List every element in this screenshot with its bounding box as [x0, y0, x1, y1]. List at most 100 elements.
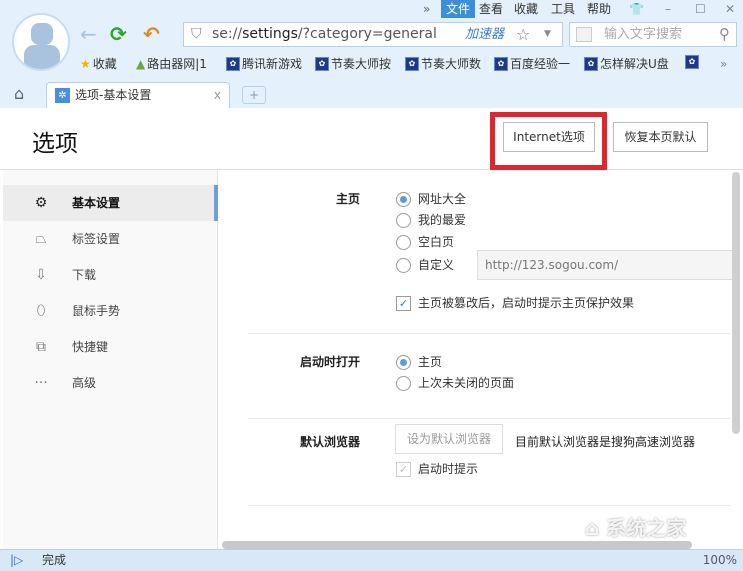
- paw-icon: ✿: [405, 57, 419, 71]
- shield-icon: ⛉: [191, 26, 202, 42]
- close-button[interactable]: ✕: [720, 0, 740, 18]
- search-icon[interactable]: ⚲: [719, 23, 730, 46]
- checkbox-label: 启动时提示: [418, 462, 479, 476]
- checkbox[interactable]: ✓: [396, 295, 411, 311]
- option-label: 我的最爱: [418, 213, 467, 227]
- bookmark-item[interactable]: ✿ 百度经验一: [494, 55, 570, 73]
- mouse-icon: ⬯: [36, 303, 46, 319]
- paw-icon: ✿: [315, 57, 329, 71]
- search-input[interactable]: 输入文字搜索 ⚲: [569, 22, 737, 47]
- homepage-option[interactable]: 网址大全: [396, 190, 466, 208]
- default-browser-label: 默认浏览器: [299, 435, 360, 449]
- sidebar-item-advanced[interactable]: ··· 高级: [3, 365, 218, 401]
- bookmark-item[interactable]: ✿: [685, 55, 699, 69]
- homepage-option[interactable]: 我的最爱: [396, 211, 466, 229]
- menu-view[interactable]: 查看: [474, 0, 508, 18]
- radio-button[interactable]: [396, 191, 411, 207]
- tab-icon: ⏢: [35, 231, 47, 247]
- address-query: /?category=general: [297, 26, 437, 42]
- custom-url-input[interactable]: http://123.sogou.com/: [477, 250, 737, 280]
- menu-help[interactable]: 帮助: [582, 0, 616, 18]
- sidebar-item-label: 鼠标手势: [72, 304, 121, 318]
- bookmark-item[interactable]: ✿ 腾讯新游戏: [226, 55, 302, 73]
- paw-icon: ✿: [584, 57, 598, 71]
- zoom-level[interactable]: 100%: [703, 550, 737, 571]
- bookmark-item[interactable]: ✿ 节奏大师按: [315, 55, 391, 73]
- page-title: 选项: [32, 131, 78, 157]
- address-host: settings: [242, 26, 298, 42]
- vertical-scrollbar[interactable]: [732, 172, 740, 434]
- menu-overflow[interactable]: »: [418, 0, 435, 18]
- status-bar: |▷ 完成 100%: [0, 549, 743, 571]
- accelerator-button[interactable]: 加速器: [465, 23, 504, 46]
- divider: [248, 505, 730, 506]
- skin-icon[interactable]: 👕: [624, 0, 649, 18]
- close-tab-button[interactable]: x: [214, 83, 221, 107]
- menu-favorites[interactable]: 收藏: [509, 0, 543, 18]
- bookmark-label: 百度经验一: [510, 57, 571, 71]
- option-label: 主页: [418, 355, 443, 369]
- more-icon: ···: [34, 375, 48, 391]
- bookmark-label: 路由器网|1: [147, 57, 207, 71]
- set-default-browser-button[interactable]: 设为默认浏览器: [395, 424, 503, 454]
- star-icon[interactable]: ☆: [516, 23, 530, 46]
- avatar[interactable]: [12, 13, 70, 71]
- restore-defaults-button[interactable]: 恢复本页默认: [613, 122, 708, 152]
- sidebar-item-label: 下载: [72, 268, 97, 282]
- search-placeholder: 输入文字搜索: [604, 27, 683, 42]
- minimize-button[interactable]: –: [660, 0, 676, 18]
- sidebar-item-label: 高级: [72, 376, 97, 390]
- startup-prompt-checkbox[interactable]: ✓ 启动时提示: [396, 460, 478, 478]
- paw-icon: ✿: [226, 57, 240, 71]
- bookmark-item[interactable]: ▲ 路由器网|1: [136, 55, 207, 73]
- bookmark-item[interactable]: ✿ 节奏大师数: [405, 55, 481, 73]
- bookmark-label: 节奏大师数: [421, 57, 482, 71]
- address-prefix: se://: [212, 26, 243, 42]
- router-icon: ▲: [136, 57, 146, 71]
- radio-button[interactable]: [396, 212, 411, 228]
- bookmark-label: 收藏: [92, 57, 117, 71]
- undo-close-button[interactable]: ↶: [143, 22, 160, 46]
- option-label: 网址大全: [418, 192, 467, 206]
- bookmark-item[interactable]: ★ 收藏: [80, 55, 117, 73]
- new-tab-button[interactable]: +: [242, 86, 266, 104]
- bookmark-item[interactable]: ✿ 怎样解决U盘: [584, 55, 669, 73]
- tab-label: 选项-基本设置: [75, 88, 152, 102]
- page-header: 选项 Internet选项 恢复本页默认: [0, 108, 743, 170]
- home-icon[interactable]: ⌂: [14, 84, 24, 103]
- sidebar-item-mouse[interactable]: ⬯ 鼠标手势: [3, 293, 218, 329]
- radio-button[interactable]: [396, 257, 411, 273]
- homepage-protect-checkbox[interactable]: ✓ 主页被篡改后，启动时提示主页保护效果: [396, 294, 634, 312]
- homepage-option[interactable]: 自定义: [396, 256, 454, 274]
- gear-icon: ⚙: [34, 195, 48, 211]
- menu-tools[interactable]: 工具: [546, 0, 580, 18]
- sidebar: ⚙ 基本设置 ⏢ 标签设置 ⇩ 下载 ⬯ 鼠标手势 ⧉ 快捷键 ··· 高级: [3, 170, 218, 549]
- back-button[interactable]: ←: [80, 22, 97, 46]
- sidebar-toggle-icon[interactable]: |▷: [10, 550, 23, 571]
- bookmark-label: 节奏大师按: [331, 57, 392, 71]
- bookmarks-overflow[interactable]: »: [720, 55, 727, 73]
- startup-option[interactable]: 上次未关闭的页面: [396, 374, 514, 392]
- radio-button[interactable]: [396, 354, 411, 370]
- bookmark-label: 怎样解决U盘: [600, 57, 669, 71]
- address-bar[interactable]: ⛉ se://settings/?category=general 加速器 ☆ …: [183, 22, 563, 47]
- search-engine-icon[interactable]: [576, 27, 592, 42]
- browser-chrome: » 文件 查看 收藏 工具 帮助 👕 – ☐ ✕ ← ⟳ ↶ ⛉ se://se…: [0, 0, 743, 108]
- sidebar-item-shortcuts[interactable]: ⧉ 快捷键: [3, 329, 218, 365]
- radio-button[interactable]: [396, 234, 411, 250]
- chevron-down-icon[interactable]: ▼: [544, 23, 551, 46]
- sidebar-item-tabs[interactable]: ⏢ 标签设置: [3, 221, 218, 257]
- sidebar-item-basic[interactable]: ⚙ 基本设置: [3, 185, 218, 221]
- menu-file[interactable]: 文件: [441, 0, 476, 18]
- checkbox[interactable]: ✓: [396, 461, 411, 477]
- startup-option[interactable]: 主页: [396, 353, 442, 371]
- sidebar-item-label: 基本设置: [72, 196, 121, 210]
- internet-options-button[interactable]: Internet选项: [503, 122, 595, 152]
- homepage-option[interactable]: 空白页: [396, 233, 454, 251]
- tab-options[interactable]: ✲ 选项-基本设置 x: [46, 82, 230, 108]
- maximize-button[interactable]: ☐: [690, 0, 711, 18]
- sidebar-item-download[interactable]: ⇩ 下载: [3, 257, 218, 293]
- star-icon: ★: [80, 57, 91, 71]
- radio-button[interactable]: [396, 375, 411, 391]
- refresh-button[interactable]: ⟳: [110, 22, 127, 46]
